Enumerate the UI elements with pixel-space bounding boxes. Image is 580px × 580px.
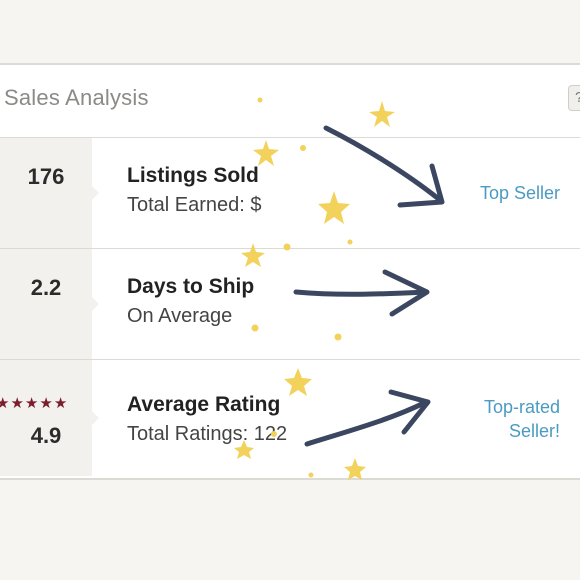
rating-stars: ★★★★★	[0, 394, 68, 412]
stat-row-shipping: 2.2 Days to Ship On Average	[0, 249, 580, 360]
star-icon: ★	[10, 395, 25, 412]
question-icon: ?	[575, 89, 580, 106]
days-to-ship-value: 2.2	[30, 275, 62, 300]
star-icon: ★	[24, 395, 40, 412]
stat-gutter	[0, 360, 99, 476]
star-icon: ★	[0, 395, 11, 412]
on-average-label: On Average	[127, 305, 233, 327]
stat-row-rating: ★★★★★ 4.9 Average Rating Total Ratings: …	[0, 360, 580, 476]
badge-line: Seller!	[508, 421, 560, 441]
stat-gutter	[0, 249, 99, 359]
total-earned-label: Total Earned: $	[127, 194, 262, 216]
star-icon: ★	[53, 395, 69, 412]
sales-analysis-panel: Sales Analysis ? 176 Listings Sold Total…	[0, 63, 580, 480]
stat-gutter	[0, 138, 99, 248]
panel-header: Sales Analysis ?	[0, 65, 580, 138]
average-rating-label: Average Rating	[127, 393, 281, 416]
top-seller-badge: Top Seller	[479, 183, 560, 203]
listings-sold-value: 176	[27, 164, 65, 189]
page-title: Sales Analysis	[4, 85, 149, 110]
total-ratings-label: Total Ratings: 122	[127, 423, 288, 445]
listings-sold-label: Listings Sold	[127, 164, 259, 187]
days-to-ship-label: Days to Ship	[127, 275, 255, 298]
help-button[interactable]: ?	[568, 85, 580, 111]
star-icon: ★	[39, 395, 54, 412]
average-rating-value: 4.9	[30, 423, 62, 448]
top-rated-seller-badge: Top-rated Seller!	[440, 395, 560, 443]
stat-row-listings: 176 Listings Sold Total Earned: $ Top Se…	[0, 138, 580, 249]
badge-line: Top-rated	[483, 397, 560, 417]
